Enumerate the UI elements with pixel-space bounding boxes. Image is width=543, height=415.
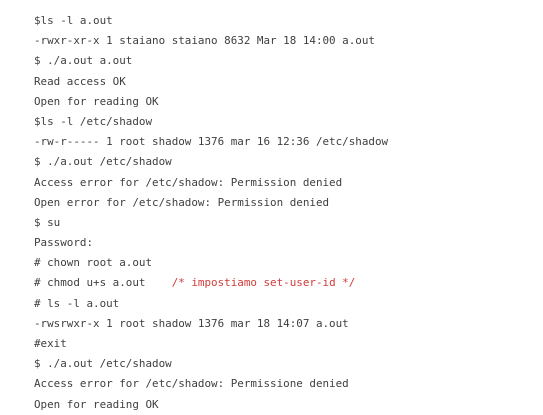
terminal-line: -rwsrwxr-x 1 root shadow 1376 mar 18 14:… — [34, 316, 349, 330]
terminal-line: Password: — [34, 236, 94, 250]
terminal-line: Open error for /etc/shadow: Permission d… — [34, 195, 330, 209]
terminal-line: Access error for /etc/shadow: Permission… — [34, 175, 343, 189]
terminal-transcript: $ls -l a.out -rwxr-xr-x 1 staiano staian… — [34, 11, 388, 415]
terminal-line: $ls -l /etc/shadow — [34, 114, 153, 128]
terminal-line: $ ./a.out /etc/shadow — [34, 357, 172, 371]
terminal-line: -rwxr-xr-x 1 staiano staiano 8632 Mar 18… — [34, 34, 375, 48]
code-comment: /* impostiamo set-user-id */ — [171, 276, 356, 290]
terminal-line: Open for reading OK — [34, 94, 159, 108]
terminal-line: # ls -l a.out — [34, 296, 120, 310]
command-text: # chmod u+s a.out — [34, 276, 172, 290]
terminal-line: # chown root a.out — [34, 256, 153, 270]
terminal-line: $ su — [34, 215, 61, 229]
terminal-line: Open for reading OK — [34, 397, 159, 411]
terminal-line: $ ./a.out a.out — [34, 54, 133, 68]
terminal-line-with-comment: # chmod u+s a.out /* impostiamo set-user… — [34, 273, 388, 293]
terminal-line: $ls -l a.out — [34, 14, 113, 27]
terminal-line: Read access OK — [34, 74, 126, 88]
terminal-line: #exit — [34, 337, 67, 350]
terminal-line: Access error for /etc/shadow: Permission… — [34, 377, 349, 391]
terminal-line: -rw-r----- 1 root shadow 1376 mar 16 12:… — [34, 135, 389, 149]
terminal-line: $ ./a.out /etc/shadow — [34, 155, 172, 169]
